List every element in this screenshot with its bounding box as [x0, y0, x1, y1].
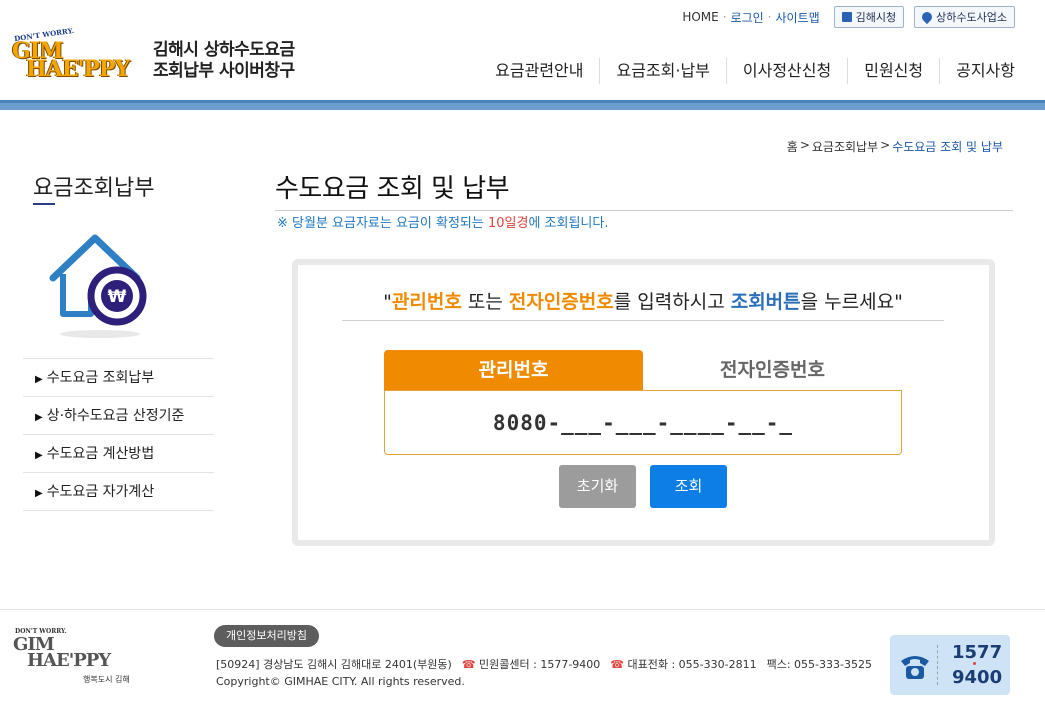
main-telephone-text: 대표전화 : 055-330-2811	[627, 658, 757, 671]
sidebar-item-label: 수도요금 자가계산	[46, 484, 155, 500]
header-divider-bar	[0, 100, 1045, 110]
water-drop-icon	[920, 9, 935, 25]
nav-civil-request[interactable]: 민원신청	[848, 58, 941, 84]
nav-fee-inquiry-payment[interactable]: 요금조회·납부	[600, 58, 727, 84]
house-won-icon: ₩	[45, 230, 155, 340]
breadcrumb-separator: >	[880, 138, 891, 152]
triangle-bullet-icon: ▶	[35, 450, 43, 461]
instruction-management-number: 관리번호	[391, 291, 462, 313]
reset-button[interactable]: 초기화	[559, 465, 636, 508]
sidebar-item-label: 상·하수도요금 산정기준	[46, 408, 185, 424]
nav-notices[interactable]: 공지사항	[940, 58, 1015, 84]
sidebar-item-self-calculation[interactable]: ▶ 수도요금 자가계산	[23, 473, 214, 511]
sidebar-item-calculation-method[interactable]: ▶ 수도요금 계산방법	[23, 435, 214, 473]
water-office-label: 상하수도사업소	[936, 11, 1007, 24]
phone-icon: ☎	[461, 658, 476, 671]
call-center-box: 1577 9400	[890, 635, 1010, 695]
call-box-separator	[937, 645, 938, 685]
instruction-search-button: 조회버튼	[730, 291, 801, 313]
water-office-button[interactable]: 상하수도사업소	[914, 6, 1015, 28]
triangle-bullet-icon: ▶	[35, 374, 43, 385]
page-title: 수도요금 조회 및 납부	[275, 174, 510, 204]
quote-open: "	[383, 291, 392, 313]
instruction-e-cert-number: 전자인증번호	[508, 291, 614, 313]
management-number-input[interactable]: 8080-___-___-____-__-_	[384, 390, 902, 455]
breadcrumb-home[interactable]: 홈	[787, 138, 798, 155]
fax-text: 팩스: 055-333-3525	[766, 658, 872, 671]
copyright: Copyright© GIMHAE CITY. All rights reser…	[216, 675, 465, 688]
sitemap-link[interactable]: 사이트맵	[772, 9, 824, 26]
search-button[interactable]: 조회	[650, 465, 727, 508]
logo-word-2: HAE'PPY	[26, 56, 130, 82]
privacy-policy-link[interactable]: 개인정보처리방침	[214, 625, 319, 647]
call-center-text: 민원콜센터 : 1577-9400	[479, 658, 601, 671]
instruction-text: 을 누르세요	[800, 291, 895, 313]
login-link[interactable]: 로그인	[727, 9, 768, 26]
quote-close: "	[894, 291, 903, 313]
triangle-bullet-icon: ▶	[35, 488, 43, 499]
tab-management-number[interactable]: 관리번호	[384, 350, 643, 390]
breadcrumb-separator: >	[799, 138, 810, 152]
sidebar-title-underline	[33, 203, 55, 205]
notice-text-post: 에 조회됩니다.	[528, 216, 609, 231]
instruction-text: 또는	[461, 291, 509, 313]
call-center: ☎ 민원콜센터 : 1577-9400	[462, 656, 600, 672]
site-title-line-1: 김해시 상하수도요금	[153, 40, 295, 60]
utility-bar: HOME · 로그인 · 사이트맵 김해시청 상하수도사업소	[678, 6, 1015, 28]
telephone-icon	[898, 649, 932, 683]
sidebar-item-label: 수도요금 조회납부	[46, 370, 155, 386]
instruction-text: 를 입력하시고	[613, 291, 731, 313]
footer-divider	[0, 609, 1045, 610]
inquiry-instruction: "관리번호 또는 전자인증번호를 입력하시고 조회버튼을 누르세요"	[342, 287, 944, 321]
site-title[interactable]: 김해시 상하수도요금 조회납부 사이버창구	[153, 40, 295, 82]
building-icon	[841, 12, 852, 22]
breadcrumb: 홈 > 요금조회납부 > 수도요금 조회 및 납부	[787, 138, 1003, 155]
main-navigation: 요금관련안내 요금조회·납부 이사정산신청 민원신청 공지사항	[479, 58, 1015, 84]
city-hall-button[interactable]: 김해시청	[833, 6, 905, 28]
footer-logo-subtitle: 행복도시 김해	[83, 675, 130, 684]
svg-text:₩: ₩	[108, 287, 127, 307]
tab-e-cert-number[interactable]: 전자인증번호	[643, 350, 902, 390]
main-telephone: ☎ 대표전화 : 055-330-2811	[610, 656, 756, 672]
site-title-line-2: 조회납부 사이버창구	[153, 61, 295, 81]
home-link[interactable]: HOME	[678, 10, 722, 24]
gimhaeppy-logo[interactable]: DON'T WORRY. GIM HAE'PPY	[12, 26, 142, 86]
call-number-part-2: 9400	[952, 667, 1003, 688]
notice-text-pre: ※ 당월분 요금자료는 요금이 확정되는	[277, 216, 488, 231]
sidebar-title: 요금조회납부	[33, 176, 155, 201]
sidebar-item-water-fee-payment[interactable]: ▶ 수도요금 조회납부	[23, 359, 214, 397]
phone-icon: ☎	[610, 658, 624, 671]
breadcrumb-current: 수도요금 조회 및 납부	[892, 140, 1003, 154]
notice-highlight: 10일경	[487, 216, 529, 231]
nav-fee-info[interactable]: 요금관련안내	[479, 58, 601, 84]
footer-logo: DON'T WORRY. GIM HAE'PPY 행복도시 김해	[13, 628, 133, 688]
call-number-part-1: 1577	[952, 642, 1003, 663]
footer-logo-word-2: HAE'PPY	[27, 650, 111, 671]
billing-notice: ※ 당월분 요금자료는 요금이 확정되는 10일경에 조회됩니다.	[277, 212, 608, 231]
call-number-dot	[973, 662, 976, 665]
sidebar-menu: ▶ 수도요금 조회납부 ▶ 상·하수도요금 산정기준 ▶ 수도요금 계산방법 ▶ 수도요…	[23, 358, 214, 511]
triangle-bullet-icon: ▶	[35, 412, 43, 423]
city-hall-label: 김해시청	[855, 11, 897, 24]
management-number-value: 8080-___-___-____-__-_	[492, 410, 794, 435]
nav-moving-settlement[interactable]: 이사정산신청	[727, 58, 849, 84]
title-divider	[275, 210, 1013, 211]
sidebar-item-fee-criteria[interactable]: ▶ 상·하수도요금 산정기준	[23, 397, 214, 435]
sidebar-item-label: 수도요금 계산방법	[46, 446, 155, 462]
address-text: [50924] 경상남도 김해시 김해대로 2401(부원동)	[216, 658, 452, 671]
breadcrumb-section[interactable]: 요금조회납부	[812, 138, 878, 155]
footer-address: [50924] 경상남도 김해시 김해대로 2401(부원동) ☎ 민원콜센터 …	[216, 656, 872, 672]
